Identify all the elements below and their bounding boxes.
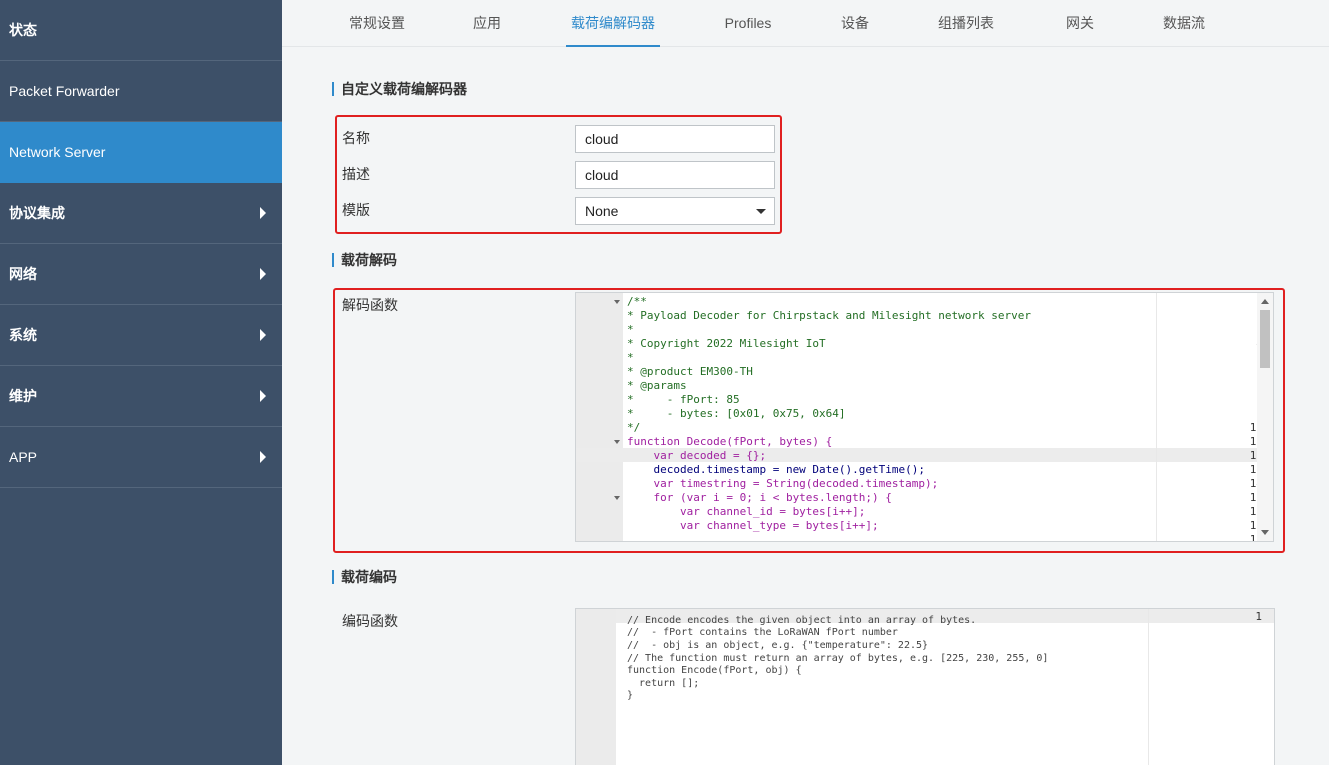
editor-gutter [576,609,616,765]
name-input[interactable]: cloud [575,125,775,153]
decoder-code-editor[interactable]: 1 2 3 4 5 6 7 8 9 10 11 12 13 14 15 16 1… [575,292,1274,542]
code-line: /** [627,295,647,308]
tab-bar: 常规设置 应用 载荷编解码器 Profiles 设备 组播列表 网关 数据流 [282,0,1329,47]
code-line: // The function must return an array of … [627,653,1049,664]
code-line: // Encode encodes the given object into … [627,615,977,626]
code-line: // - obj is an object, e.g. {"temperatur… [627,640,929,651]
print-margin [1156,293,1157,541]
sidebar-item-maintenance[interactable]: 维护 [0,366,282,427]
code-line: return []; [627,678,700,689]
scrollbar-thumb[interactable] [1260,310,1270,368]
tab-label: 常规设置 [349,15,405,31]
sidebar-item-label: Network Server [9,144,106,160]
code-line: * - bytes: [0x01, 0x75, 0x64] [627,407,846,420]
sidebar: 状态 Packet Forwarder Network Server 协议集成 … [0,0,282,765]
editor-scrollbar[interactable] [1257,293,1273,541]
editor-gutter [576,293,623,541]
template-select-value: None [585,203,619,219]
chevron-right-icon [260,451,266,463]
chevron-right-icon [260,207,266,219]
code-line: decoded.timestamp = new Date().getTime()… [627,463,926,476]
tab-general-settings[interactable]: 常规设置 [342,0,412,47]
line-number: 1 [1255,610,1262,623]
tab-label: 载荷编解码器 [571,15,655,31]
sidebar-item-packet-forwarder[interactable]: Packet Forwarder [0,61,282,122]
code-line: var decoded = {}; [627,449,767,462]
fold-marker-icon[interactable] [614,440,620,444]
template-select[interactable]: None [575,197,775,225]
tab-label: 设备 [841,15,869,31]
code-line: function Encode(fPort, obj) { [627,665,802,676]
sidebar-item-label: 协议集成 [9,205,65,221]
code-line: function Decode(fPort, bytes) { [627,435,833,448]
code-line: // - fPort contains the LoRaWAN fPort nu… [627,627,898,638]
sidebar-item-system[interactable]: 系统 [0,305,282,366]
tab-profiles[interactable]: Profiles [718,0,778,47]
sidebar-item-network[interactable]: 网络 [0,244,282,305]
template-label: 模版 [342,202,370,218]
fold-marker-icon[interactable] [614,300,620,304]
sidebar-item-app[interactable]: APP [0,427,282,488]
chevron-right-icon [260,268,266,280]
tab-gateways[interactable]: 网关 [1060,0,1100,47]
tab-devices[interactable]: 设备 [835,0,875,47]
code-line: * @params [627,379,687,392]
chevron-right-icon [260,390,266,402]
code-line: for (var i = 0; i < bytes.length;) { [627,491,892,504]
tab-label: 数据流 [1163,15,1205,31]
sidebar-item-label: 维护 [9,388,37,404]
scroll-down-icon[interactable] [1261,530,1269,535]
code-line: * Copyright 2022 Milesight IoT [627,337,826,350]
sidebar-item-label: 状态 [9,22,37,38]
decoder-section-title: 载荷解码 [332,253,397,267]
sidebar-item-network-server[interactable]: Network Server [0,122,282,183]
tab-label: Profiles [724,15,772,31]
description-input[interactable]: cloud [575,161,775,189]
tab-applications[interactable]: 应用 [462,0,512,47]
code-line: * [627,351,634,364]
code-line: var channel_id = bytes[i++]; [627,505,866,518]
tab-data-stream[interactable]: 数据流 [1156,0,1212,47]
code-line: */ [627,421,641,434]
code-line: } [627,690,634,701]
tab-label: 组播列表 [938,15,994,31]
decoder-function-label: 解码函数 [342,297,398,313]
caret-down-icon [756,209,766,214]
tab-multicast-list[interactable]: 组播列表 [934,0,998,47]
encoder-section-title: 载荷编码 [332,570,397,584]
encoder-code-editor[interactable]: 1 // Encode encodes the given object int… [575,608,1275,765]
tab-label: 网关 [1066,15,1094,31]
description-label: 描述 [342,166,370,182]
sidebar-item-label: 网络 [9,266,37,282]
chevron-right-icon [260,329,266,341]
code-line: * @product EM300-TH [627,365,753,378]
sidebar-item-label: Packet Forwarder [9,83,120,99]
sidebar-item-label: 系统 [9,327,37,343]
tab-payload-codec[interactable]: 载荷编解码器 [566,0,660,47]
encoder-function-label: 编码函数 [342,613,398,629]
print-margin [1148,609,1149,765]
custom-codec-section-title: 自定义载荷编解码器 [332,82,467,96]
scroll-up-icon[interactable] [1261,299,1269,304]
code-line: var channel_type = bytes[i++]; [627,519,879,532]
tab-label: 应用 [473,15,501,31]
sidebar-item-label: APP [9,449,38,465]
code-line: * [627,323,634,336]
sidebar-item-status[interactable]: 状态 [0,0,282,61]
name-label: 名称 [342,130,370,146]
code-line: var timestring = String(decoded.timestam… [627,477,939,490]
code-line: * Payload Decoder for Chirpstack and Mil… [627,309,1031,322]
sidebar-item-protocol-integration[interactable]: 协议集成 [0,183,282,244]
fold-marker-icon[interactable] [614,496,620,500]
code-line: * - fPort: 85 [627,393,740,406]
